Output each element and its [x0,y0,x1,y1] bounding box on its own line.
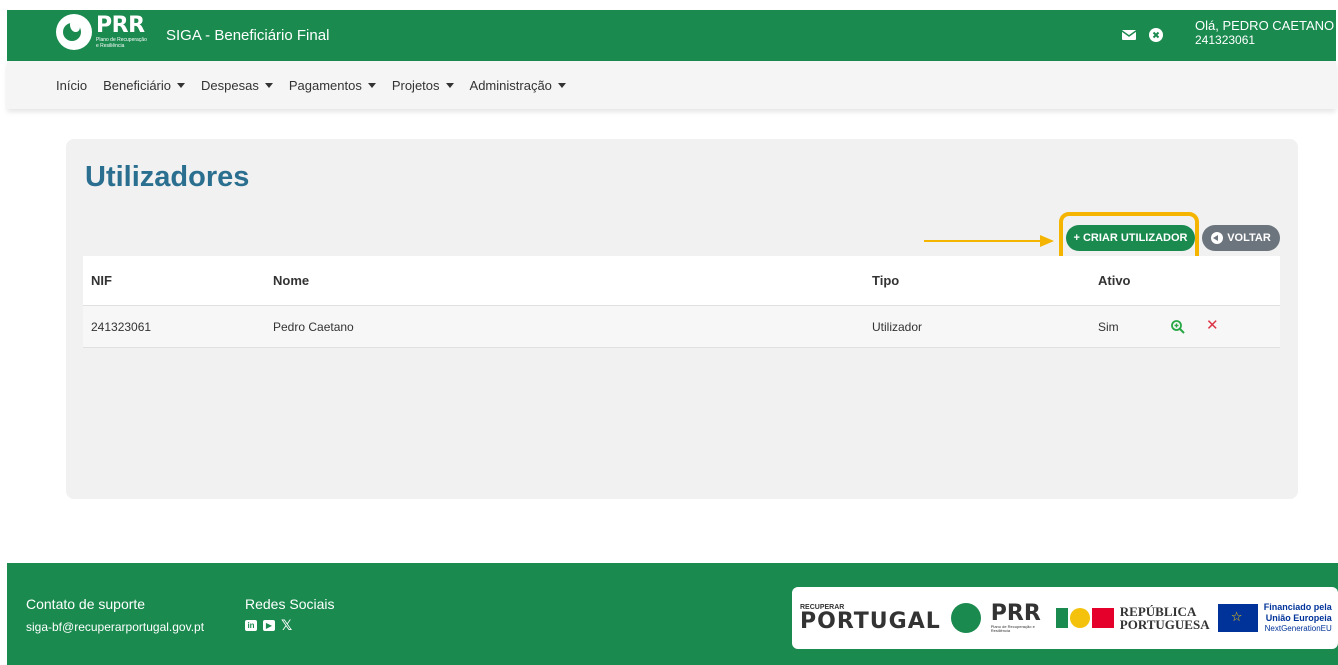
linkedin-icon[interactable]: in [245,620,257,631]
youtube-icon[interactable]: ▶ [263,620,275,631]
table-row: 241323061 Pedro Caetano Utilizador Sim ✕ [83,306,1280,348]
prr-logo-footer: PRR Plano de Recuperação e Resiliência [991,603,1046,633]
nav-label: Beneficiário [103,77,172,93]
col-header-nif[interactable]: NIF [91,273,112,288]
nav-inicio[interactable]: Início [56,78,87,93]
users-table: NIF Nome Tipo Ativo 241323061 Pedro Caet… [83,256,1280,348]
prr-logo-icon [56,14,92,50]
annotation-arrow [924,235,1054,247]
recuperar-portugal-logo: RECUPERAR PORTUGAL [800,604,941,633]
caret-down-icon [445,82,454,88]
page-title: Utilizadores [85,161,250,193]
logo-text: PRR [96,13,145,38]
nav-pagamentos[interactable]: Pagamentos [289,78,376,93]
caret-down-icon [557,82,566,88]
col-header-ativo[interactable]: Ativo [1098,273,1131,288]
logo-label: PORTUGAL [800,608,941,634]
nav-label: Administração [469,77,552,93]
republica-portuguesa-logo: REPÚBLICA PORTUGUESA [1055,604,1210,632]
nav-label: Início [56,77,88,93]
prr-logo[interactable]: PRR Plano de Recuperação e Resiliência [56,14,148,50]
back-button-label: VOLTAR [1227,232,1271,244]
logo-subtitle: Plano de Recuperação e Resiliência [96,37,147,49]
nav-projetos[interactable]: Projetos [392,78,454,93]
logo-label: União Europeia [1265,613,1332,623]
support-title: Contato de suporte [26,596,146,612]
social-title: Redes Sociais [245,596,335,612]
arrow-left-circle-icon [1211,232,1224,244]
logo-label: Financiado pela [1263,602,1332,612]
create-user-button[interactable]: + CRIAR UTILIZADOR [1066,225,1195,251]
cell-tipo: Utilizador [872,319,923,334]
main-nav: Início Beneficiário Despesas Pagamentos … [7,61,1336,109]
table-header: NIF Nome Tipo Ativo [83,256,1280,306]
support-email-link[interactable]: siga-bf@recuperarportugal.gov.pt [26,620,204,634]
footer: Contato de suporte siga-bf@recuperarport… [7,563,1338,665]
nav-label: Projetos [391,77,440,93]
funding-logos: RECUPERAR PORTUGAL PRR Plano de Recupera… [792,587,1338,649]
eu-logo: Financiado pela União Europeia NextGener… [1217,602,1332,634]
mail-icon[interactable] [1122,29,1136,41]
caret-down-icon [177,82,186,88]
logo-label: PRR [990,601,1041,626]
cell-nif: 241323061 [91,319,152,334]
close-circle-icon[interactable] [1149,28,1163,42]
user-info[interactable]: Olá, PEDRO CAETANO 241323061 [1195,18,1335,48]
nav-despesas[interactable]: Despesas [201,78,273,93]
view-details-icon[interactable] [1170,319,1186,335]
eu-flag-icon [1217,604,1258,632]
nav-administracao[interactable]: Administração [470,78,566,93]
app-header: PRR Plano de Recuperação e Resiliência S… [7,10,1336,61]
nav-label: Despesas [201,77,259,93]
nav-beneficiario[interactable]: Beneficiário [103,77,186,93]
users-card: Utilizadores + CRIAR UTILIZADOR VOLTAR N… [66,139,1298,499]
col-header-tipo[interactable]: Tipo [872,273,899,288]
delete-icon[interactable]: ✕ [1206,318,1219,334]
user-nif: 241323061 [1195,33,1256,47]
user-greeting: Olá, PEDRO CAETANO [1195,18,1335,33]
app-title: SIGA - Beneficiário Final [166,27,330,44]
nav-label: Pagamentos [288,77,362,93]
logo-label: NextGenerationEU [1264,624,1332,633]
caret-down-icon [264,82,273,88]
logo-label: REPÚBLICA PORTUGUESA [1119,604,1210,632]
cell-ativo: Sim [1098,319,1119,334]
caret-down-icon [367,82,376,88]
back-button[interactable]: VOLTAR [1202,225,1280,251]
cell-nome: Pedro Caetano [273,319,354,334]
logo-label: Plano de Recuperação e Resiliência [990,624,1035,633]
col-header-nome[interactable]: Nome [273,273,309,288]
x-icon[interactable]: 𝕏 [281,618,292,632]
prr-circle-icon [950,603,981,633]
